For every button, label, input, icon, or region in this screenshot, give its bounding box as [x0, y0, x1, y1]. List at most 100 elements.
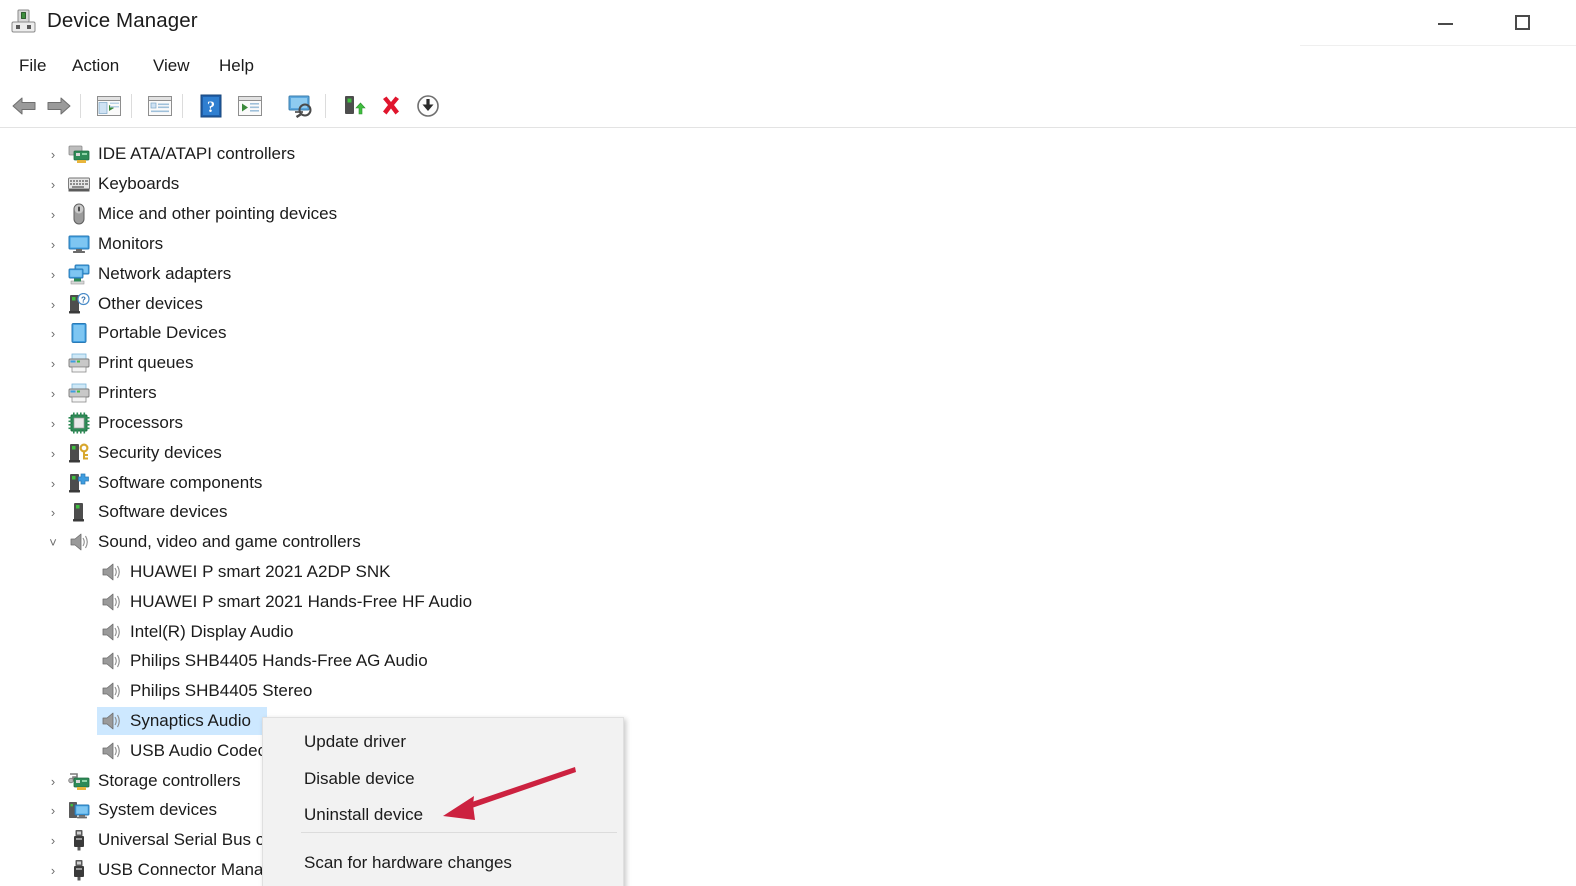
tree-item-label: Sound, video and game controllers: [98, 527, 361, 557]
chevron-right-icon[interactable]: ›: [44, 295, 62, 313]
chevron-right-icon[interactable]: ›: [44, 831, 62, 849]
tree-item-sound-video-and-game-controllers[interactable]: ˅ Sound, video and game controllers: [0, 527, 1576, 557]
storage-controller-icon: [68, 770, 90, 792]
show-hide-console-tree-button[interactable]: [93, 91, 125, 121]
tree-item-label: Portable Devices: [98, 318, 227, 348]
speaker-icon: [100, 650, 122, 672]
chevron-right-icon[interactable]: ›: [44, 384, 62, 402]
tree-item-label: Mice and other pointing devices: [98, 199, 337, 229]
tree-item-portable-devices[interactable]: › Portable Devices: [0, 318, 1576, 348]
context-menu-item-update-driver[interactable]: Update driver: [264, 724, 624, 760]
toolbar: ?: [0, 84, 1576, 128]
tree-item-mice-and-other-pointing-devices[interactable]: › Mice and other pointing devices: [0, 199, 1576, 229]
menu-action[interactable]: Action: [69, 55, 122, 77]
menu-file[interactable]: File: [16, 55, 49, 77]
tree-item-keyboards[interactable]: › Keyboards: [0, 169, 1576, 199]
title-bar: Device Manager: [0, 0, 1576, 46]
tree-item-label: HUAWEI P smart 2021 A2DP SNK: [130, 557, 390, 587]
tree-item-label: IDE ATA/ATAPI controllers: [98, 139, 295, 169]
menu-view[interactable]: View: [150, 55, 193, 77]
tree-item-universal-serial-bus-controllers[interactable]: › Universal Serial Bus controllers: [0, 825, 1576, 855]
chevron-right-icon[interactable]: ›: [44, 772, 62, 790]
tree-item-huawei-p-smart-2021-hands-free-hf-audio[interactable]: HUAWEI P smart 2021 Hands-Free HF Audio: [0, 587, 1576, 617]
tree-item-network-adapters[interactable]: › Network adapters: [0, 259, 1576, 289]
tree-item-usb-audio-codec[interactable]: USB Audio Codec: [0, 736, 1576, 766]
ide-controller-icon: [68, 143, 90, 165]
toolbar-separator: [80, 94, 81, 118]
minimize-button[interactable]: [1418, 0, 1472, 45]
speaker-icon: [100, 561, 122, 583]
tree-item-philips-shb4405-stereo[interactable]: Philips SHB4405 Stereo: [0, 676, 1576, 706]
scan-hardware-changes-button[interactable]: [285, 91, 317, 121]
maximize-button[interactable]: [1495, 0, 1549, 45]
back-button[interactable]: [8, 91, 40, 121]
tree-item-huawei-p-smart-2021-a2dp-snk[interactable]: HUAWEI P smart 2021 A2DP SNK: [0, 557, 1576, 587]
speaker-icon: [100, 621, 122, 643]
speaker-icon: [100, 591, 122, 613]
chevron-right-icon[interactable]: ›: [44, 474, 62, 492]
chevron-right-icon[interactable]: ›: [44, 205, 62, 223]
uninstall-device-button[interactable]: [375, 91, 407, 121]
chevron-right-icon[interactable]: ›: [44, 354, 62, 372]
tree-item-label: Print queues: [98, 348, 193, 378]
svg-text:?: ?: [207, 99, 215, 116]
chevron-right-icon[interactable]: ›: [44, 235, 62, 253]
forward-button[interactable]: [43, 91, 75, 121]
device-tree[interactable]: › IDE ATA/ATAPI controllers ›: [0, 129, 1576, 886]
keyboard-icon: [68, 173, 90, 195]
tree-item-ide-ata-atapi-controllers[interactable]: › IDE ATA/ATAPI controllers: [0, 139, 1576, 169]
close-x-icon: [379, 94, 403, 118]
context-menu-item-scan-for-hardware-changes[interactable]: Scan for hardware changes: [264, 845, 624, 881]
chevron-right-icon[interactable]: ›: [44, 324, 62, 342]
tree-item-synaptics-audio[interactable]: Synaptics Audio: [0, 706, 1576, 736]
toolbar-separator: [131, 94, 132, 118]
usb-icon: [68, 859, 90, 881]
portable-device-icon: [68, 322, 90, 344]
properties-button[interactable]: [144, 91, 176, 121]
speaker-icon: [100, 740, 122, 762]
tree-item-system-devices[interactable]: › System devices: [0, 795, 1576, 825]
update-driver-button[interactable]: [234, 91, 266, 121]
menu-help[interactable]: Help: [216, 55, 257, 77]
context-menu-item-uninstall-device[interactable]: Uninstall device: [264, 797, 624, 833]
tree-item-label: Philips SHB4405 Stereo: [130, 676, 312, 706]
device-manager-window: Device Manager File Action View Help: [0, 0, 1576, 886]
forward-icon: [46, 96, 72, 116]
download-button[interactable]: [412, 91, 444, 121]
enable-device-icon: [342, 94, 366, 118]
tree-item-philips-shb4405-hands-free-ag-audio[interactable]: Philips SHB4405 Hands-Free AG Audio: [0, 646, 1576, 676]
tree-item-processors[interactable]: › Processors: [0, 408, 1576, 438]
tree-item-intel-display-audio[interactable]: Intel(R) Display Audio: [0, 617, 1576, 647]
help-button[interactable]: ?: [195, 91, 227, 121]
chevron-right-icon[interactable]: ›: [44, 414, 62, 432]
chevron-down-icon[interactable]: ˅: [44, 533, 62, 551]
chevron-right-icon[interactable]: ›: [44, 145, 62, 163]
toolbar-separator: [182, 94, 183, 118]
chevron-right-icon[interactable]: ›: [44, 265, 62, 283]
tree-item-software-components[interactable]: › Software components: [0, 468, 1576, 498]
tree-item-software-devices[interactable]: › Software devices: [0, 497, 1576, 527]
tree-item-printers[interactable]: › Printers: [0, 378, 1576, 408]
chevron-right-icon[interactable]: ›: [44, 444, 62, 462]
chevron-right-icon[interactable]: ›: [44, 175, 62, 193]
tree-item-other-devices[interactable]: › ? Other devices: [0, 289, 1576, 319]
tree-item-storage-controllers[interactable]: › Storage controllers: [0, 766, 1576, 796]
tree-item-usb-connector-managers[interactable]: › USB Connector Managers: [0, 855, 1576, 885]
tree-item-label: Philips SHB4405 Hands-Free AG Audio: [130, 646, 428, 676]
chevron-right-icon[interactable]: ›: [44, 801, 62, 819]
enable-device-button[interactable]: [338, 91, 370, 121]
tree-item-security-devices[interactable]: › Security devices: [0, 438, 1576, 468]
usb-icon: [68, 829, 90, 851]
tree-item-print-queues[interactable]: › Print queues: [0, 348, 1576, 378]
context-menu-item-disable-device[interactable]: Disable device: [264, 761, 624, 797]
software-component-icon: [68, 472, 90, 494]
chevron-right-icon[interactable]: ›: [44, 861, 62, 879]
chevron-right-icon[interactable]: ›: [44, 503, 62, 521]
tree-item-label: Storage controllers: [98, 766, 241, 796]
maximize-icon: [1515, 15, 1530, 30]
tree-item-monitors[interactable]: › Monitors: [0, 229, 1576, 259]
speaker-icon: [100, 680, 122, 702]
context-menu[interactable]: Update driver Disable device Uninstall d…: [262, 717, 624, 886]
software-device-icon: [68, 501, 90, 523]
help-icon: ?: [199, 94, 223, 118]
